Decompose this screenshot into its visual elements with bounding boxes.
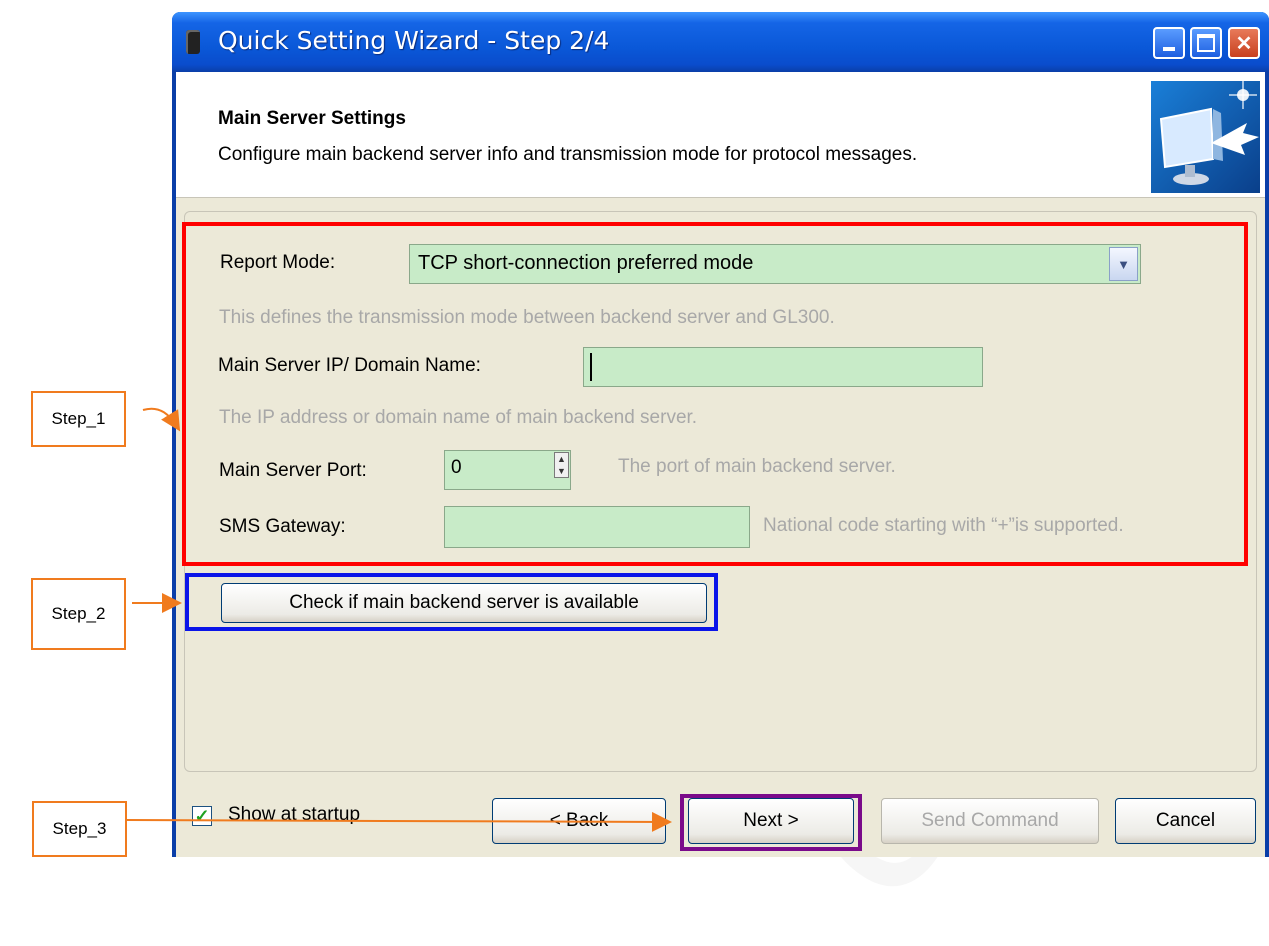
step3-arrow [125, 811, 672, 832]
annotation-arrows [125, 407, 672, 832]
step1-arrow [142, 407, 181, 432]
